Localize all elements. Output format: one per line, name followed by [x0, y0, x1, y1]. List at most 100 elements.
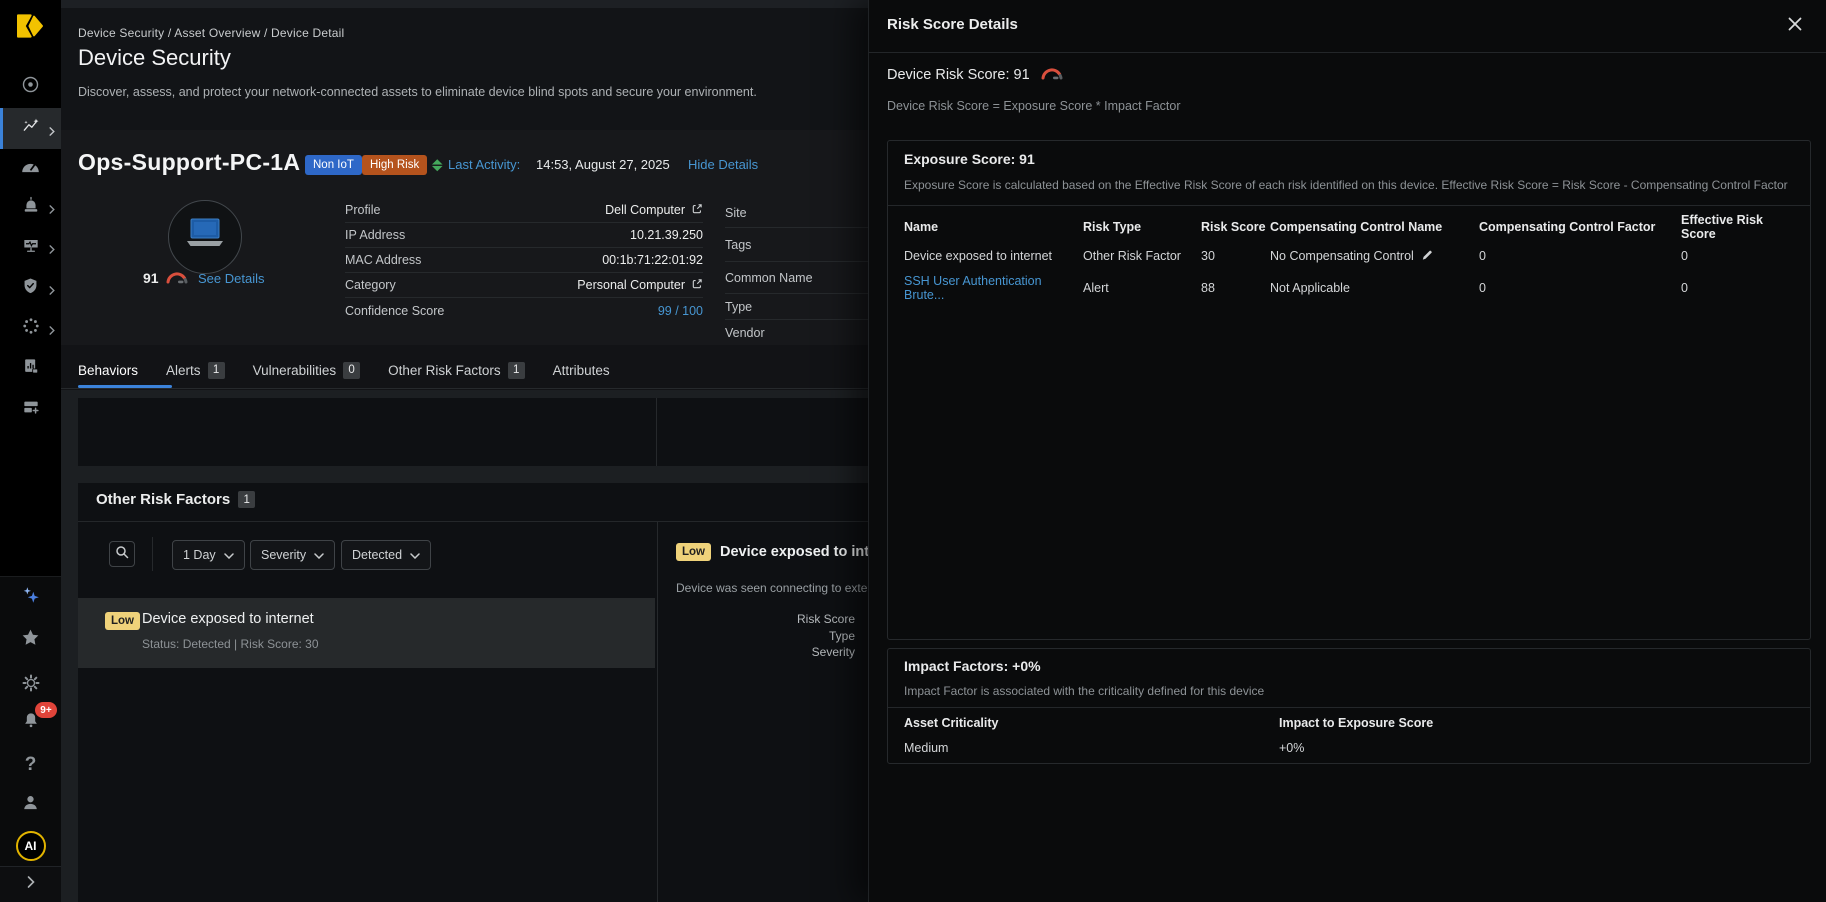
- sidebar-item-alerts[interactable]: [0, 187, 61, 227]
- tab-count-badge: 1: [508, 362, 525, 379]
- close-button[interactable]: [1782, 13, 1808, 39]
- sidebar-item-discover[interactable]: [0, 67, 61, 107]
- star-icon: [20, 627, 41, 653]
- field-value: 00:1b:71:22:01:92: [602, 253, 703, 267]
- sidebar-item-boards[interactable]: [0, 389, 61, 429]
- sidebar: 9+ ? AI: [0, 0, 61, 902]
- sidebar-item-security-posture[interactable]: [0, 268, 61, 308]
- cell-effective-score: 0: [1681, 281, 1794, 295]
- edit-pencil-icon[interactable]: [1421, 249, 1433, 264]
- confidence-score-value[interactable]: 99 / 100: [658, 304, 703, 318]
- tab-count-badge: 1: [208, 362, 225, 379]
- sidebar-item-dashboard[interactable]: [0, 148, 61, 188]
- last-activity-label: Last Activity:: [448, 157, 520, 172]
- severity-badge: Low: [105, 612, 140, 630]
- external-link-icon[interactable]: [691, 278, 703, 293]
- device-risk-score-text: Device Risk Score: 91: [887, 67, 1030, 83]
- cell-comp-factor: 0: [1479, 249, 1681, 263]
- cell-risk-type: Alert: [1083, 281, 1201, 295]
- user-icon: [20, 792, 41, 818]
- field-row-profile: Profile Dell Computer: [345, 198, 703, 223]
- field-value: 10.21.39.250: [630, 228, 703, 242]
- external-link-icon[interactable]: [691, 203, 703, 218]
- brand-logo-icon[interactable]: [13, 10, 47, 42]
- filter-divider: [152, 537, 153, 571]
- sidebar-item-reports[interactable]: [0, 348, 61, 388]
- sidebar-item-devices[interactable]: [0, 227, 61, 267]
- column-header: Compensating Control Name: [1270, 220, 1479, 234]
- ai-avatar: AI: [16, 831, 46, 861]
- device-fields-right: Site Tags Common Name Type Vendor: [725, 198, 875, 346]
- tab-other-risk-factors[interactable]: Other Risk Factors1: [388, 362, 525, 379]
- last-activity-value: 14:53, August 27, 2025: [536, 157, 670, 172]
- field-label: Category: [345, 278, 396, 292]
- cell-impact: +0%: [1279, 741, 1794, 755]
- tab-alerts[interactable]: Alerts1: [166, 362, 225, 379]
- field-row-mac: MAC Address 00:1b:71:22:01:92: [345, 248, 703, 273]
- severity-dropdown[interactable]: Severity: [250, 540, 335, 570]
- cell-name-link[interactable]: SSH User Authentication Brute...: [904, 274, 1083, 302]
- field-row-ip: IP Address 10.21.39.250: [345, 223, 703, 248]
- table-top-divider: [888, 205, 1810, 206]
- breadcrumb[interactable]: Device Security / Asset Overview / Devic…: [78, 26, 344, 40]
- page-subtitle: Discover, assess, and protect your netwo…: [78, 85, 757, 99]
- sidebar-item-favorites[interactable]: [0, 620, 61, 660]
- exposure-score-card: Exposure Score: 91 Exposure Score is cal…: [887, 140, 1811, 640]
- sidebar-collapse-button[interactable]: [0, 866, 61, 902]
- risk-gauge-icon: [165, 270, 189, 289]
- screen: 9+ ? AI Device Security / Asset Overview…: [0, 0, 1826, 902]
- field-label: Confidence Score: [345, 304, 444, 318]
- status-diamond-icon: [430, 159, 444, 177]
- status-dropdown[interactable]: Detected: [341, 540, 431, 570]
- hide-details-link[interactable]: Hide Details: [688, 157, 758, 172]
- sidebar-item-help[interactable]: ?: [0, 745, 61, 785]
- field-row-vendor: Vendor: [725, 320, 875, 346]
- time-range-dropdown[interactable]: 1 Day: [172, 540, 245, 570]
- table-row: SSH User Authentication Brute... Alert 8…: [904, 273, 1794, 303]
- tab-vulnerabilities[interactable]: Vulnerabilities0: [253, 362, 361, 379]
- device-fields-left: Profile Dell Computer IP Address 10.21.3…: [345, 198, 703, 323]
- column-header: Effective Risk Score: [1681, 213, 1794, 241]
- detail-label-type: Type: [655, 628, 855, 645]
- sidebar-item-settings[interactable]: [0, 665, 61, 705]
- field-row-confidence: Confidence Score 99 / 100: [345, 298, 703, 323]
- column-header: Impact to Exposure Score: [1279, 716, 1794, 730]
- cell-comp-name: Not Applicable: [1270, 281, 1479, 295]
- field-row-category: Category Personal Computer: [345, 273, 703, 298]
- see-details-link[interactable]: See Details: [198, 271, 264, 286]
- sidebar-item-integrations[interactable]: [0, 308, 61, 348]
- radar-icon: [20, 74, 41, 100]
- collapse-chevron-icon: [26, 875, 36, 894]
- alarm-icon: [21, 195, 41, 220]
- cell-risk-score: 88: [1201, 281, 1270, 295]
- sidebar-item-ai-assistant[interactable]: [0, 577, 61, 617]
- shield-check-icon: [21, 276, 40, 301]
- field-value: Dell Computer: [605, 203, 685, 217]
- impact-factors-description: Impact Factor is associated with the cri…: [904, 684, 1264, 698]
- search-button[interactable]: [109, 541, 135, 567]
- risk-factor-list-item[interactable]: Low Device exposed to internet Status: D…: [78, 598, 655, 668]
- tab-attributes[interactable]: Attributes: [553, 363, 610, 378]
- chevron-right-icon: [48, 323, 56, 341]
- impact-factors-card: Impact Factors: +0% Impact Factor is ass…: [887, 648, 1811, 764]
- table-top-divider: [888, 707, 1810, 708]
- field-label: Type: [725, 300, 752, 314]
- chevron-right-icon: [48, 242, 56, 260]
- chevron-right-icon: [48, 124, 56, 142]
- chevron-right-icon: [48, 283, 56, 301]
- device-name: Ops-Support-PC-1A: [78, 149, 300, 176]
- column-header: Asset Criticality: [904, 716, 1279, 730]
- chevron-right-icon: [48, 202, 56, 220]
- chevron-down-icon: [224, 548, 234, 562]
- sidebar-item-ai-profile[interactable]: AI: [0, 826, 61, 866]
- risk-score-details-panel: Risk Score Details Device Risk Score: 91…: [868, 0, 1826, 902]
- cell-name: Device exposed to internet: [904, 249, 1083, 263]
- risk-score-formula: Device Risk Score = Exposure Score * Imp…: [887, 99, 1181, 113]
- field-row-common-name: Common Name: [725, 262, 875, 294]
- search-icon: [115, 545, 129, 564]
- cell-comp-name: No Compensating Control: [1270, 249, 1414, 263]
- tab-behaviors[interactable]: Behaviors: [78, 363, 138, 378]
- sidebar-item-notifications[interactable]: 9+: [0, 702, 61, 742]
- sidebar-item-account[interactable]: [0, 785, 61, 825]
- sidebar-item-device-security[interactable]: [0, 108, 61, 149]
